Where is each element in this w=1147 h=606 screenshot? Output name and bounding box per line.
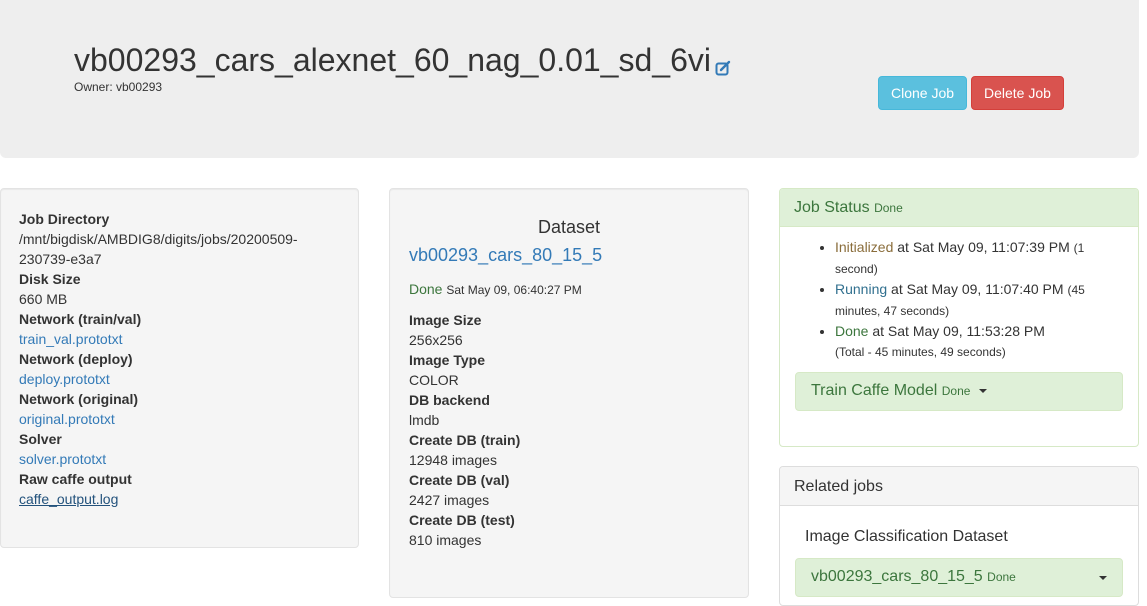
create-db-train-value: 12948 images <box>409 452 497 468</box>
disk-size-value: 660 MB <box>19 291 68 307</box>
db-backend-value: lmdb <box>409 412 440 428</box>
dataset-name-link[interactable]: vb00293_cars_80_15_5 <box>409 243 729 267</box>
list-item: Initialized at Sat May 09, 11:07:39 PM (… <box>835 237 1124 279</box>
status-duration: (Total - 45 minutes, 49 seconds) <box>835 345 1006 359</box>
related-section-title: Image Classification Dataset <box>805 528 1008 545</box>
job-directory-label: Job Directory <box>19 211 110 227</box>
raw-caffe-output-label: Raw caffe output <box>19 471 132 487</box>
solver-prototxt-link[interactable]: solver.prototxt <box>19 449 340 469</box>
image-size-label: Image Size <box>409 312 482 328</box>
deploy-prototxt-link[interactable]: deploy.prototxt <box>19 369 340 389</box>
edit-icon[interactable] <box>715 45 731 85</box>
page-title: vb00293_cars_alexnet_60_nag_0.01_sd_6vi <box>74 42 711 78</box>
train-task-state: Done <box>941 384 971 398</box>
dataset-status-state: Done <box>409 281 443 297</box>
caffe-output-log-link[interactable]: caffe_output.log <box>19 489 340 509</box>
original-prototxt-link[interactable]: original.prototxt <box>19 409 340 429</box>
image-type-value: COLOR <box>409 372 459 388</box>
create-db-val-label: Create DB (val) <box>409 472 510 488</box>
related-jobs-panel: Related jobs Image Classification Datase… <box>779 466 1139 606</box>
job-info-panel: Job Directory /mnt/bigdisk/AMBDIG8/digit… <box>0 188 359 548</box>
network-trainval-label: Network (train/val) <box>19 311 142 327</box>
status-time: at Sat May 09, 11:07:39 PM <box>893 239 1070 255</box>
train-task-label: Train Caffe Model <box>811 382 938 399</box>
disk-size-label: Disk Size <box>19 271 81 287</box>
create-db-test-label: Create DB (test) <box>409 512 515 528</box>
owner-label: Owner: vb00293 <box>74 80 163 94</box>
status-state-done: Done <box>835 323 869 339</box>
network-original-label: Network (original) <box>19 391 139 407</box>
status-time: at Sat May 09, 11:07:40 PM <box>887 281 1064 297</box>
image-type-label: Image Type <box>409 352 485 368</box>
clone-job-button[interactable]: Clone Job <box>878 76 967 110</box>
dataset-panel: Dataset vb00293_cars_80_15_5 Done Sat Ma… <box>389 188 749 598</box>
train-caffe-model-dropdown[interactable]: Train Caffe Model Done <box>795 372 1123 411</box>
related-dataset-dropdown[interactable]: vb00293_cars_80_15_5 Done <box>795 558 1123 597</box>
create-db-val-value: 2427 images <box>409 492 490 508</box>
create-db-train-label: Create DB (train) <box>409 432 521 448</box>
image-size-value: 256x256 <box>409 332 463 348</box>
job-status-title: Job Status <box>794 199 870 216</box>
job-status-heading: Job Status Done <box>780 189 1138 227</box>
job-title-row: vb00293_cars_alexnet_60_nag_0.01_sd_6vi <box>74 40 731 85</box>
related-job-state: Done <box>987 570 1016 584</box>
list-item: Running at Sat May 09, 11:07:40 PM (45 m… <box>835 279 1124 321</box>
status-state-running: Running <box>835 281 888 297</box>
status-time: at Sat May 09, 11:53:28 PM <box>868 323 1045 339</box>
related-jobs-heading: Related jobs <box>780 467 1138 506</box>
dataset-status-time: Sat May 09, 06:40:27 PM <box>446 283 582 297</box>
network-deploy-label: Network (deploy) <box>19 351 133 367</box>
train-val-prototxt-link[interactable]: train_val.prototxt <box>19 329 340 349</box>
job-directory-value: /mnt/bigdisk/AMBDIG8/digits/jobs/2020050… <box>19 231 298 267</box>
job-status-state: Done <box>874 201 903 215</box>
chevron-down-icon <box>978 388 987 393</box>
dataset-heading: Dataset <box>537 217 601 237</box>
status-state-initialized: Initialized <box>835 239 894 255</box>
db-backend-label: DB backend <box>409 392 490 408</box>
dataset-status: Done Sat May 09, 06:40:27 PM <box>409 279 729 300</box>
chevron-down-icon <box>1099 576 1107 580</box>
delete-job-button[interactable]: Delete Job <box>971 76 1064 110</box>
status-history-list: Initialized at Sat May 09, 11:07:39 PM (… <box>780 227 1138 362</box>
list-item: Done at Sat May 09, 11:53:28 PM (Total -… <box>835 321 1124 362</box>
related-job-name: vb00293_cars_80_15_5 <box>811 568 983 585</box>
solver-label: Solver <box>19 431 62 447</box>
create-db-test-value: 810 images <box>409 532 482 548</box>
job-status-panel: Job Status Done Initialized at Sat May 0… <box>779 188 1139 447</box>
page-header: vb00293_cars_alexnet_60_nag_0.01_sd_6vi … <box>0 0 1139 158</box>
